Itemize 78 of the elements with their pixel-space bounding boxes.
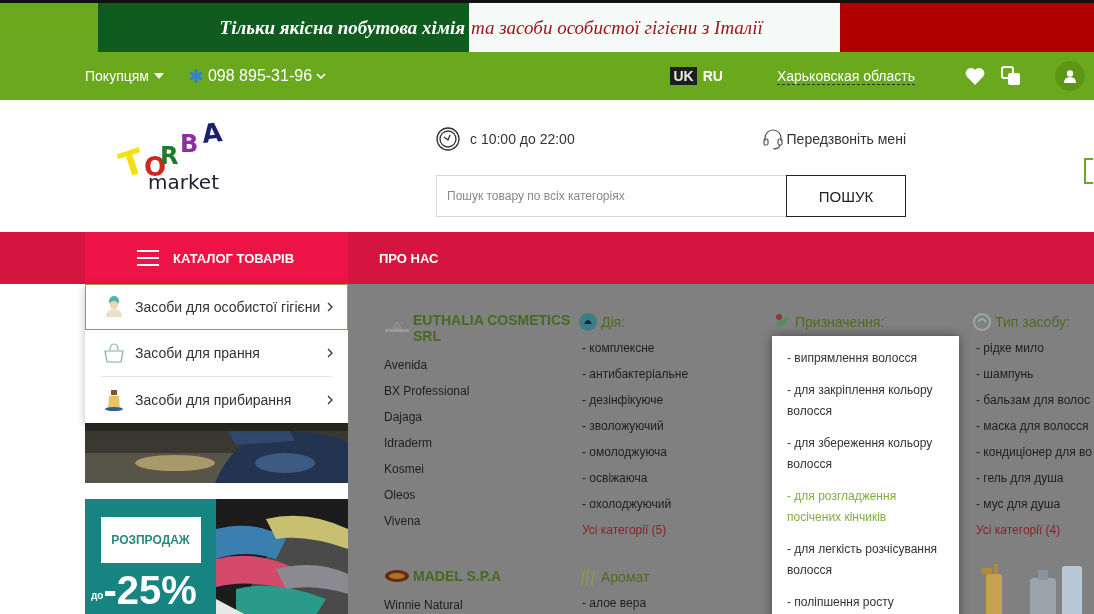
filter-link[interactable]: - поліпшення росту <box>787 592 944 613</box>
filter-link[interactable]: - для збереження кольору волосся <box>787 433 944 475</box>
headset-icon[interactable] <box>761 128 784 150</box>
nav-tab[interactable]: КАТАЛОГ ТОВАРІВ <box>85 232 348 284</box>
filter-link[interactable]: - випрямлення волосся <box>787 348 944 369</box>
filter-link[interactable]: - кондиціонер для во <box>976 439 1092 465</box>
filter-heading: Дія: <box>601 314 626 330</box>
caret-icon <box>153 73 164 79</box>
brand-link[interactable]: Winnie Natural <box>384 592 463 614</box>
brand-logo-icon <box>384 569 410 583</box>
banner-text: та засоби особистої гігієни з Італії <box>471 16 763 39</box>
person-icon <box>103 295 125 319</box>
filter-link[interactable]: - рідке мило <box>976 335 1044 361</box>
filter-link[interactable]: - маска для волосся <box>976 413 1089 439</box>
promo-discount: -25% <box>103 569 197 611</box>
box-icon <box>1084 158 1094 184</box>
menu-icon <box>137 249 159 267</box>
brand-link[interactable]: Kosmei <box>384 456 424 482</box>
brand-link[interactable]: Vivena <box>384 508 421 534</box>
filter-link[interactable]: - антибактеріальне <box>582 361 689 387</box>
filter-link[interactable]: - омолоджуюча <box>582 439 668 465</box>
brand-link[interactable]: Oleos <box>384 482 416 508</box>
category-item[interactable]: Засоби для особистої гігієни <box>85 284 348 330</box>
brand-link[interactable]: BX Professional <box>384 378 470 404</box>
chevron-right-icon <box>327 348 333 358</box>
buyers-menu[interactable]: Покупцям <box>85 68 164 84</box>
filter-link[interactable]: - бальзам для волос <box>976 387 1090 413</box>
filter-link[interactable]: - комплексне <box>582 335 655 361</box>
nav-tab[interactable]: ПРО НАС <box>348 232 469 284</box>
filter-link[interactable]: - мус для душа <box>976 491 1061 517</box>
chevron-down-icon[interactable] <box>316 72 327 80</box>
user-icon[interactable] <box>1055 61 1085 91</box>
filter-link[interactable]: - шампунь <box>976 361 1034 387</box>
bottle-icon <box>103 388 125 412</box>
drop-icon <box>578 312 598 332</box>
search-button[interactable]: ПОШУК <box>786 175 906 217</box>
chevron-right-icon <box>327 395 333 405</box>
all-categories-link[interactable]: Усі категорії (4) <box>976 517 1061 543</box>
logo-letter: A <box>200 119 224 147</box>
star-icon <box>187 68 204 84</box>
brand-link[interactable]: Idraderm <box>384 430 433 456</box>
banner-text: Тільки якісна побутова хімія <box>219 16 465 39</box>
phone-number[interactable]: 098 895-31-96 <box>207 67 313 85</box>
brand-link[interactable]: Dajaga <box>384 404 423 430</box>
filter-heading: Призначення: <box>795 314 885 330</box>
filter-link[interactable]: - алое вера <box>582 590 647 614</box>
grass-icon <box>578 567 598 587</box>
search-field[interactable]: Пошук товару по всіх категоріях <box>436 175 786 217</box>
squares-icon[interactable] <box>1001 66 1021 86</box>
logo-letter: B <box>180 132 199 156</box>
basin-icon <box>103 341 125 365</box>
promo-banner[interactable]: РОЗПРОДАЖ до-25% <box>85 499 216 614</box>
language-option[interactable]: UK <box>670 67 697 85</box>
filter-link[interactable]: - дезінфікуюче <box>582 387 664 413</box>
filter-link[interactable]: - для розгладження посічених кінчиків <box>787 486 944 528</box>
filter-heading: Тип засобу: <box>995 314 1070 330</box>
filter-link[interactable]: - для закріплення кольору волосся <box>787 380 944 422</box>
promo-title: РОЗПРОДАЖ <box>111 533 190 547</box>
heart-icon[interactable] <box>965 67 985 85</box>
all-categories-link[interactable]: Усі категорії (5) <box>582 517 667 543</box>
region-link[interactable]: Харьковская область <box>776 67 915 85</box>
filter-link[interactable]: - гель для душа <box>976 465 1064 491</box>
filter-heading: Аромат <box>601 569 650 585</box>
filter-link[interactable]: - зволожуючий <box>582 413 664 439</box>
clock-icon <box>436 127 460 151</box>
callback-link[interactable]: Передзвоніть мені <box>786 131 906 147</box>
category-item[interactable]: Засоби для прання <box>85 330 348 376</box>
chevron-right-icon <box>327 302 333 312</box>
promo-prefix: до <box>91 590 104 601</box>
brand-logo-icon <box>384 321 410 335</box>
brand-link[interactable]: Avenida <box>384 352 428 378</box>
filter-link[interactable]: - для легкість розчісування волосся <box>787 539 944 581</box>
swirl-icon <box>972 312 992 332</box>
language-option[interactable]: RU <box>699 67 726 85</box>
opening-hours: с 10:00 до 22:00 <box>470 131 575 147</box>
filter-link[interactable]: - освіжаюча <box>582 465 648 491</box>
category-item[interactable]: Засоби для прибирання <box>85 377 348 423</box>
filter-link[interactable]: - охолоджуючий <box>582 491 672 517</box>
